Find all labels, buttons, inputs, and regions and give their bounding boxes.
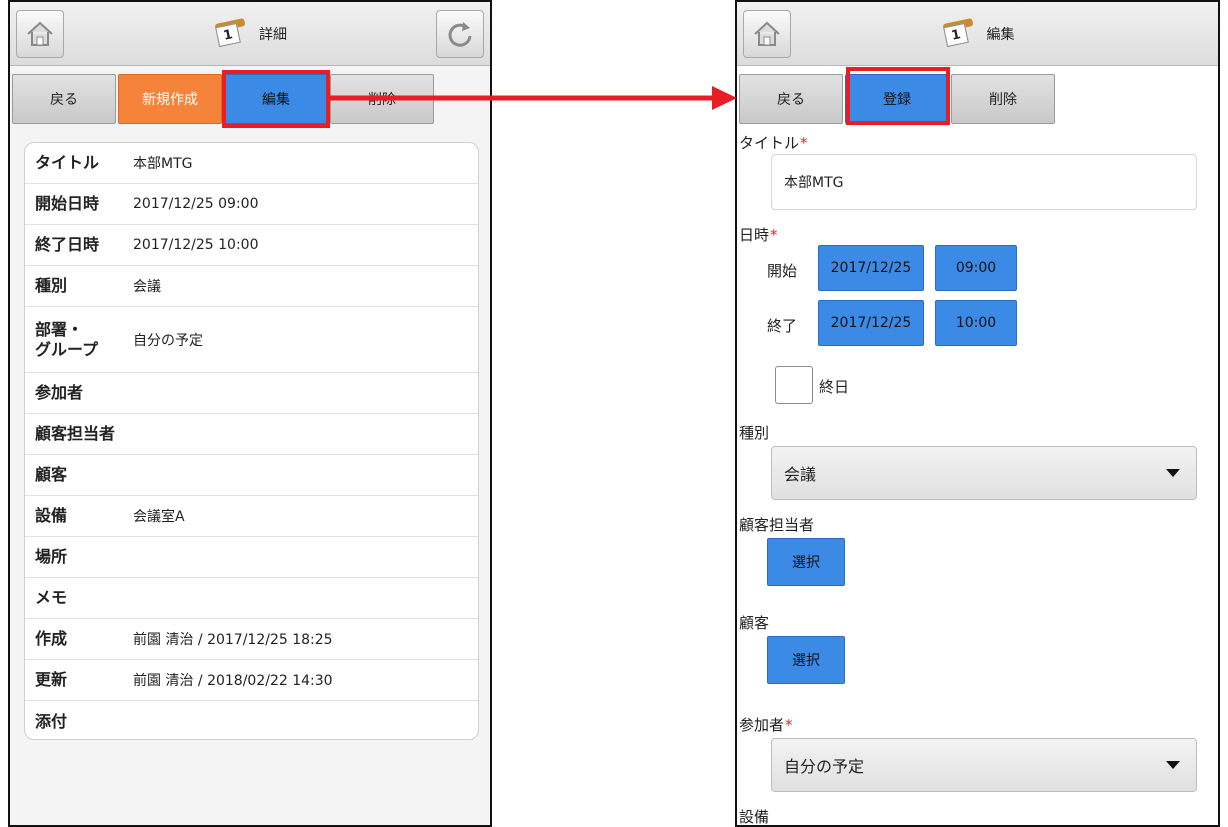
flow-arrow-icon (330, 86, 737, 110)
